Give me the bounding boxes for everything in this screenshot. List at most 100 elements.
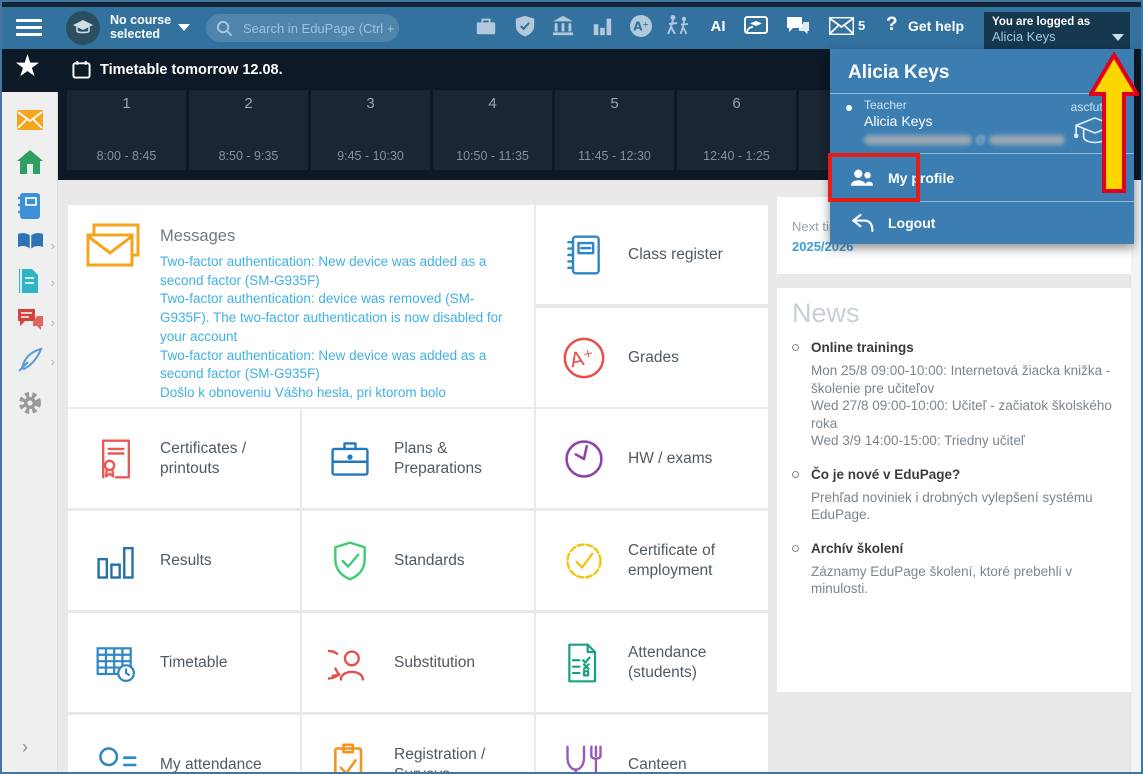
tile-plans[interactable]: Plans & Preparations xyxy=(302,409,534,508)
news-item: Archív školení Záznamy EduPage školení, … xyxy=(792,541,1114,598)
search-bar[interactable] xyxy=(206,14,399,42)
notebook-icon xyxy=(556,227,612,283)
tile-messages[interactable]: Messages Two-factor authentication: New … xyxy=(68,205,534,407)
tile-label: Certificates / printouts xyxy=(160,439,292,478)
tile-class-register[interactable]: Class register xyxy=(536,205,768,304)
tile-label: My attendance xyxy=(160,755,292,774)
open-book-icon xyxy=(17,231,44,251)
period-cell[interactable]: 511:45 - 12:30 xyxy=(555,90,674,170)
menu-item-logout[interactable]: Logout xyxy=(830,202,1134,244)
tile-certificate-employment[interactable]: Certificate of employment xyxy=(536,511,768,610)
institution-icon[interactable] xyxy=(550,13,576,39)
tile-substitution[interactable]: Substitution xyxy=(302,613,534,712)
period-time: 9:45 - 10:30 xyxy=(311,149,430,163)
news-item-line: Wed 27/8 09:00-10:00: Učiteľ - začiatok … xyxy=(811,397,1114,432)
ai-icon[interactable]: AI xyxy=(705,13,731,39)
annotation-arrow-up xyxy=(1089,52,1139,199)
news-item: Čo je nové v EduPage? Prehľad noviniek i… xyxy=(792,467,1114,524)
shield-check-icon[interactable] xyxy=(512,13,538,39)
grade-a-plus-icon[interactable]: A⁺ xyxy=(628,13,654,39)
sidebar-item-assignments[interactable]: › xyxy=(17,347,43,373)
tile-canteen[interactable]: Canteen xyxy=(536,715,768,774)
sidebar-item-home[interactable] xyxy=(17,150,43,176)
course-selector[interactable]: No course selected xyxy=(110,13,172,42)
tile-label: Certificate of employment xyxy=(628,541,760,580)
certificate-icon xyxy=(88,431,144,487)
tile-label: Standards xyxy=(394,551,526,570)
clipboard-check-icon xyxy=(322,737,378,774)
walking-people-icon[interactable] xyxy=(665,13,691,39)
news-item-line: Prehľad noviniek i drobných vylepšení sy… xyxy=(811,489,1114,524)
period-cell[interactable]: 39:45 - 10:30 xyxy=(311,90,430,170)
clock-icon xyxy=(556,431,612,487)
sidebar-item-communication[interactable]: › xyxy=(17,308,43,334)
sidebar-item-documents[interactable]: › xyxy=(17,268,43,294)
sidebar-item-messages[interactable] xyxy=(17,110,43,136)
period-time: 10:50 - 11:35 xyxy=(433,149,552,163)
briefcase-icon xyxy=(322,431,378,487)
tile-attendance-students[interactable]: Attendance (students) xyxy=(536,613,768,712)
bar-chart-icon[interactable] xyxy=(589,13,615,39)
search-input[interactable] xyxy=(241,20,399,37)
double-envelope-icon xyxy=(84,223,142,276)
search-icon xyxy=(216,20,233,37)
left-sidebar: › › › › › xyxy=(2,92,58,772)
account-email-redacted: @ xyxy=(864,134,1065,146)
tile-timetable[interactable]: Timetable xyxy=(68,613,300,712)
message-links: Two-factor authentication: New device wa… xyxy=(160,253,522,405)
tile-label: Class register xyxy=(628,245,760,264)
period-time: 11:45 - 12:30 xyxy=(555,149,674,163)
logout-return-arrow-icon xyxy=(850,213,874,233)
news-card: News Online trainings Mon 25/8 09:00-10:… xyxy=(777,288,1131,692)
mail-count-badge[interactable]: 5 xyxy=(858,18,865,33)
period-cell[interactable]: 612:40 - 1:25 xyxy=(677,90,796,170)
tile-label: HW / exams xyxy=(628,449,760,468)
canteen-glass-fork-icon xyxy=(556,737,612,774)
hamburger-menu-icon[interactable] xyxy=(16,19,42,37)
submenu-chevron-icon: › xyxy=(51,238,55,253)
logged-in-account-box[interactable]: You are logged as Alicia Keys xyxy=(984,12,1130,49)
message-link[interactable]: Two-factor authentication: New device wa… xyxy=(160,347,522,384)
cast-screen-icon[interactable] xyxy=(743,13,769,39)
tile-hw-exams[interactable]: HW / exams xyxy=(536,409,768,508)
scrollbar-track[interactable] xyxy=(1130,180,1141,772)
period-cell[interactable]: 410:50 - 11:35 xyxy=(433,90,552,170)
message-link[interactable]: Two-factor authentication: device was re… xyxy=(160,290,522,346)
tile-standards[interactable]: Standards xyxy=(302,511,534,610)
news-item-title[interactable]: Archív školení xyxy=(811,541,1114,556)
briefcase-icon[interactable] xyxy=(473,13,499,39)
account-name: Alicia Keys xyxy=(864,113,932,129)
menu-item-label: Logout xyxy=(888,215,935,231)
tile-registration-surveys[interactable]: Registration / Surveys xyxy=(302,715,534,774)
favorites-star-icon[interactable]: ★ xyxy=(14,52,41,82)
news-item-title[interactable]: Online trainings xyxy=(811,340,1114,355)
tile-certificates[interactable]: Certificates / printouts xyxy=(68,409,300,508)
tile-label: Grades xyxy=(628,348,760,367)
graduation-cap-icon xyxy=(73,20,93,36)
tile-results[interactable]: Results xyxy=(68,511,300,610)
submenu-chevron-icon: › xyxy=(51,354,55,369)
period-cell[interactable]: 18:00 - 8:45 xyxy=(67,90,186,170)
timetable-band-header: Timetable tomorrow 12.08. xyxy=(72,60,283,79)
help-question-icon[interactable]: ? xyxy=(886,14,898,36)
mail-envelope-icon[interactable] xyxy=(828,13,854,39)
bullet-icon xyxy=(846,105,852,111)
course-avatar[interactable] xyxy=(66,11,100,45)
sidebar-item-class-register[interactable] xyxy=(17,192,43,218)
document-icon xyxy=(17,268,39,294)
tile-my-attendance[interactable]: My attendance xyxy=(68,715,300,774)
sidebar-item-settings[interactable] xyxy=(17,390,43,416)
period-cell[interactable]: 28:50 - 9:35 xyxy=(189,90,308,170)
get-help-button[interactable]: Get help xyxy=(908,18,964,34)
tile-grades[interactable]: A⁺ Grades xyxy=(536,308,768,407)
svg-text:A⁺: A⁺ xyxy=(568,343,597,372)
bar-chart-icon xyxy=(88,533,144,589)
shield-check-icon xyxy=(322,533,378,589)
sidebar-expand-chevron[interactable]: › xyxy=(22,737,28,758)
submenu-chevron-icon: › xyxy=(51,315,55,330)
news-item-title[interactable]: Čo je nové v EduPage? xyxy=(811,467,1114,482)
chat-bubbles-icon[interactable] xyxy=(785,13,811,39)
sidebar-item-library[interactable]: › xyxy=(17,231,43,257)
message-link[interactable]: Two-factor authentication: New device wa… xyxy=(160,253,522,290)
message-link[interactable]: Došlo k obnoveniu Vášho hesla, pri ktoro… xyxy=(160,384,522,403)
